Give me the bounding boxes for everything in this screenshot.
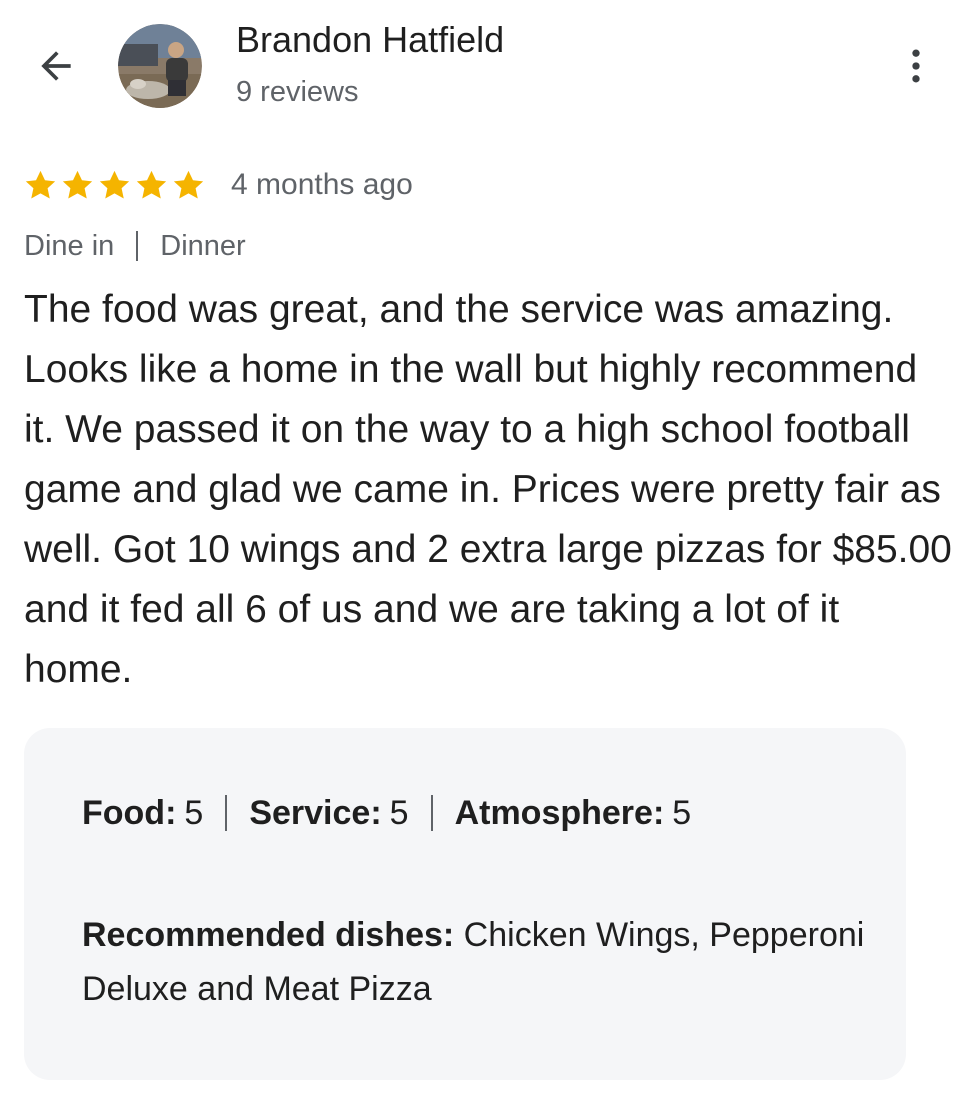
food-rating-value: 5 (184, 794, 204, 832)
review-text: The food was great, and the service was … (24, 288, 952, 691)
visit-context: Dine in Dinner (24, 226, 246, 266)
star-icon (62, 170, 93, 198)
atmosphere-rating-label: Atmosphere: (454, 794, 665, 832)
avatar-photo (118, 24, 202, 108)
rating-row: 4 months ago (22, 162, 413, 208)
atmosphere-rating-value: 5 (672, 794, 692, 832)
service-rating-value: 5 (389, 794, 409, 832)
service-rating-label: Service: (249, 794, 382, 832)
rating-divider (430, 795, 433, 831)
recommended-dishes-label: Recommended dishes: (82, 916, 455, 954)
context-service: Dine in (24, 230, 115, 262)
star-icon (173, 170, 204, 198)
sub-ratings: Food: 5 Service: 5 Atmosphere: 5 (82, 790, 691, 836)
author-name[interactable]: Brandon Hatfield (236, 18, 504, 62)
context-divider (136, 231, 139, 261)
more-vert-icon (912, 49, 920, 83)
arrow-back-icon (41, 51, 71, 81)
food-rating-label: Food: (82, 794, 177, 832)
star-icon (25, 170, 56, 198)
review-date: 4 months ago (231, 168, 413, 201)
more-options-button[interactable] (888, 38, 944, 94)
back-button[interactable] (28, 38, 84, 94)
star-icon (136, 170, 167, 198)
review-header: Brandon Hatfield 9 reviews (0, 0, 960, 140)
star-rating (22, 167, 207, 204)
recommended-dishes: Recommended dishes: Chicken Wings, Peppe… (82, 908, 882, 1016)
context-meal: Dinner (160, 230, 246, 262)
review-attributes-card: Food: 5 Service: 5 Atmosphere: 5 Recomme… (24, 728, 906, 1080)
author-review-count: 9 reviews (236, 76, 359, 108)
rating-divider (225, 795, 228, 831)
star-icon (99, 170, 130, 198)
avatar[interactable] (118, 24, 202, 108)
